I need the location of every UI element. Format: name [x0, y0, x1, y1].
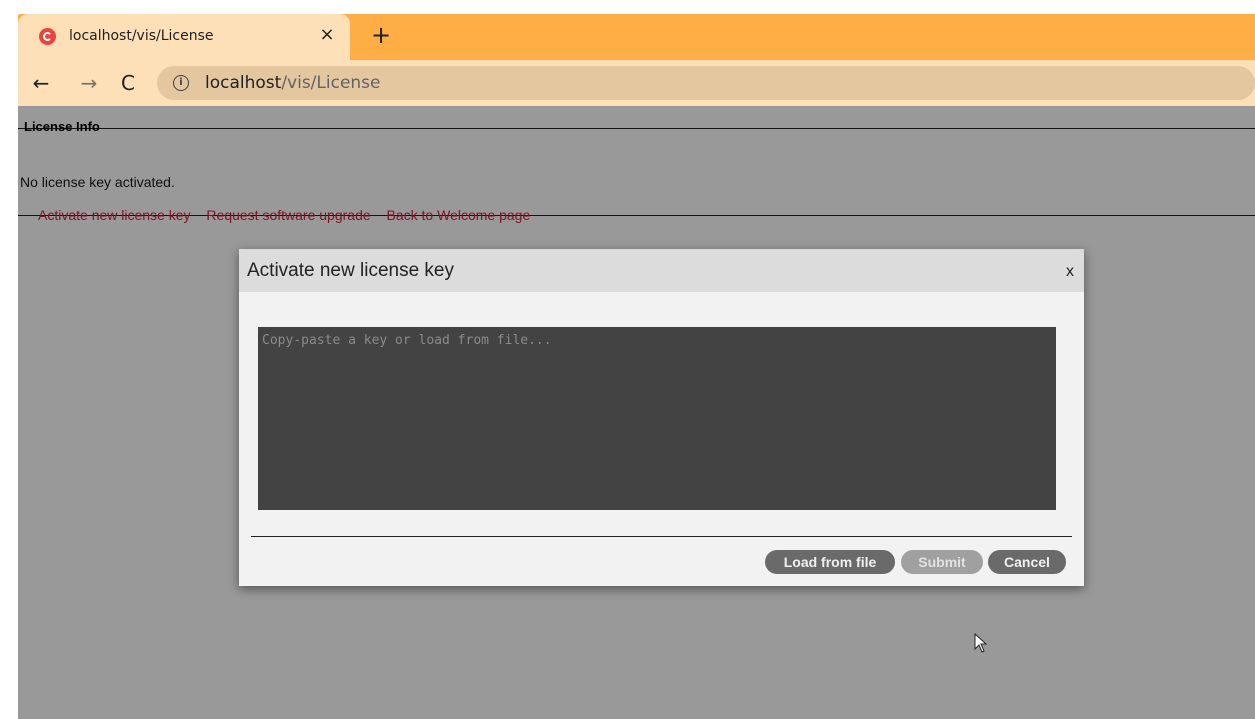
dialog-close-button[interactable]: x: [1066, 263, 1074, 281]
url-host: localhost: [205, 73, 282, 93]
site-favicon-icon: [39, 28, 56, 45]
browser-window: localhost/vis/License × + ← → C i localh…: [18, 14, 1255, 106]
url-path: /vis/License: [281, 73, 381, 93]
tab-strip: localhost/vis/License × +: [18, 14, 1255, 60]
address-bar[interactable]: i localhost/vis/License: [157, 66, 1255, 100]
site-info-icon[interactable]: i: [173, 75, 189, 91]
new-tab-button[interactable]: +: [368, 22, 394, 48]
url-text[interactable]: localhost/vis/License: [205, 73, 381, 93]
license-key-input[interactable]: [258, 327, 1056, 510]
back-arrow-icon[interactable]: ←: [28, 70, 54, 96]
mouse-pointer-icon: [974, 633, 988, 653]
submit-button[interactable]: Submit: [901, 550, 983, 574]
browser-toolbar: ← → C i localhost/vis/License: [18, 60, 1255, 106]
browser-tab[interactable]: localhost/vis/License ×: [18, 14, 350, 60]
load-from-file-button[interactable]: Load from file: [765, 550, 895, 574]
reload-icon[interactable]: C: [115, 70, 141, 96]
dialog-header: Activate new license key x: [239, 249, 1084, 292]
dialog-divider: [251, 536, 1072, 537]
cancel-button[interactable]: Cancel: [988, 550, 1066, 574]
dialog-title: Activate new license key: [247, 260, 454, 281]
forward-arrow-icon[interactable]: →: [76, 70, 102, 96]
activate-license-dialog: Activate new license key x Load from fil…: [239, 249, 1084, 586]
tab-close-icon[interactable]: ×: [316, 24, 338, 46]
tab-title: localhost/vis/License: [69, 28, 214, 44]
